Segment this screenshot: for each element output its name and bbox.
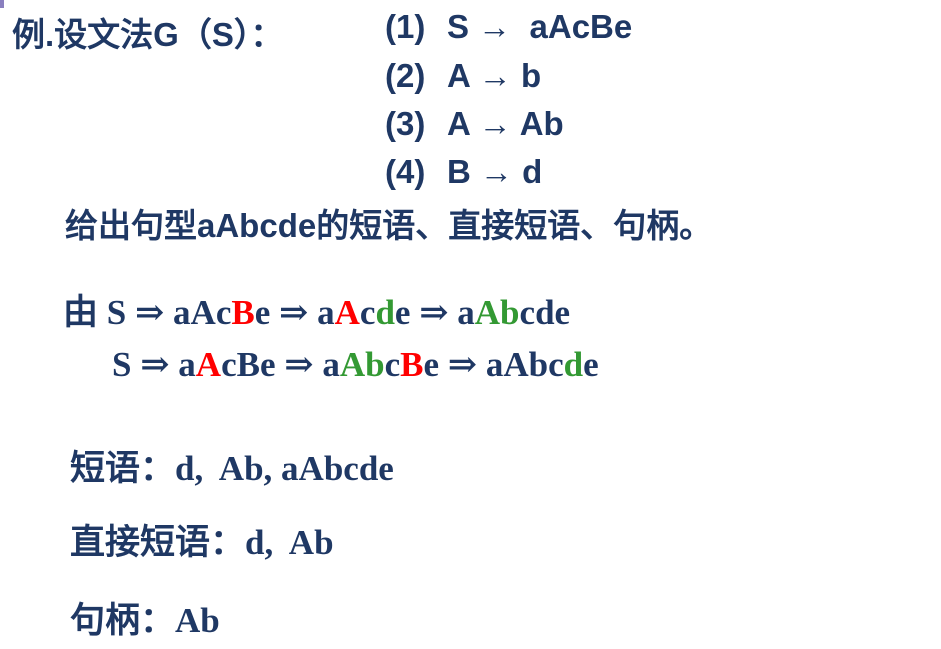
derivation-segment: c	[359, 293, 376, 332]
rule-number: (3)	[385, 105, 426, 142]
rule-3: (3) A → Ab	[385, 105, 564, 143]
derivation-segment: e ⇒ a	[394, 293, 475, 332]
derivation-segment: B	[400, 345, 424, 384]
answer-value: d, Ab	[245, 523, 334, 562]
rule-text: A → Ab	[447, 105, 564, 142]
derivation-segment: A	[334, 293, 360, 332]
derivation-sequence: S ⇒ aAcBe ⇒ aAcde ⇒ aAbcde	[107, 293, 570, 332]
derivation-segment: S ⇒ a	[112, 345, 196, 384]
derivation-segment: Ab	[339, 345, 385, 384]
answer-label: 句柄：	[70, 601, 176, 641]
derivation-segment: e ⇒ aAbc	[423, 345, 564, 384]
rule-number: (1)	[385, 8, 426, 45]
derivation-prefix: 由	[63, 293, 99, 333]
answer-phrases: 短语：d, Ab, aAbcde	[70, 440, 394, 491]
derivation-segment: Ab	[474, 293, 520, 332]
rule-1: (1) S → aAcBe	[385, 8, 632, 46]
answer-value: d, Ab, aAbcde	[175, 449, 394, 488]
rule-text: B → d	[447, 153, 543, 190]
derivation-2: S ⇒ aAcBe ⇒ aAbcBe ⇒ aAbcde	[112, 344, 599, 385]
example-title: 例.设文法G（S）：	[12, 16, 284, 53]
rule-number: (4)	[385, 153, 426, 190]
rule-4: (4) B → d	[385, 153, 542, 191]
derivation-segment: cBe ⇒ a	[221, 345, 340, 384]
derivation-segment: A	[195, 345, 222, 384]
derivation-segment: e	[583, 345, 599, 384]
derivation-segment: B	[231, 293, 255, 332]
derivation-segment: d	[563, 345, 584, 384]
answer-handle: 句柄：Ab	[70, 592, 220, 643]
rule-text: S → aAcBe	[447, 8, 633, 45]
derivation-segment: c	[384, 345, 401, 384]
answer-direct-phrases: 直接短语：d, Ab	[70, 514, 334, 565]
rule-2: (2) A → b	[385, 57, 541, 95]
question-text: 给出句型aAbcde的短语、直接短语、句柄。	[65, 207, 713, 244]
derivation-segment: d	[375, 293, 395, 332]
answer-value: Ab	[175, 601, 220, 640]
derivation-sequence: S ⇒ aAcBe ⇒ aAbcBe ⇒ aAbcde	[112, 345, 599, 384]
derivation-segment: e ⇒ a	[254, 293, 335, 332]
rule-number: (2)	[385, 57, 426, 94]
rule-text: A → b	[447, 57, 542, 94]
answer-label: 直接短语：	[70, 523, 246, 563]
derivation-segment: cde	[519, 293, 571, 332]
derivation-segment: S ⇒ aAc	[106, 293, 232, 332]
corner-marker	[0, 0, 4, 8]
answer-label: 短语：	[70, 449, 176, 489]
derivation-1: 由 S ⇒ aAcBe ⇒ aAcde ⇒ aAbcde	[63, 284, 570, 335]
